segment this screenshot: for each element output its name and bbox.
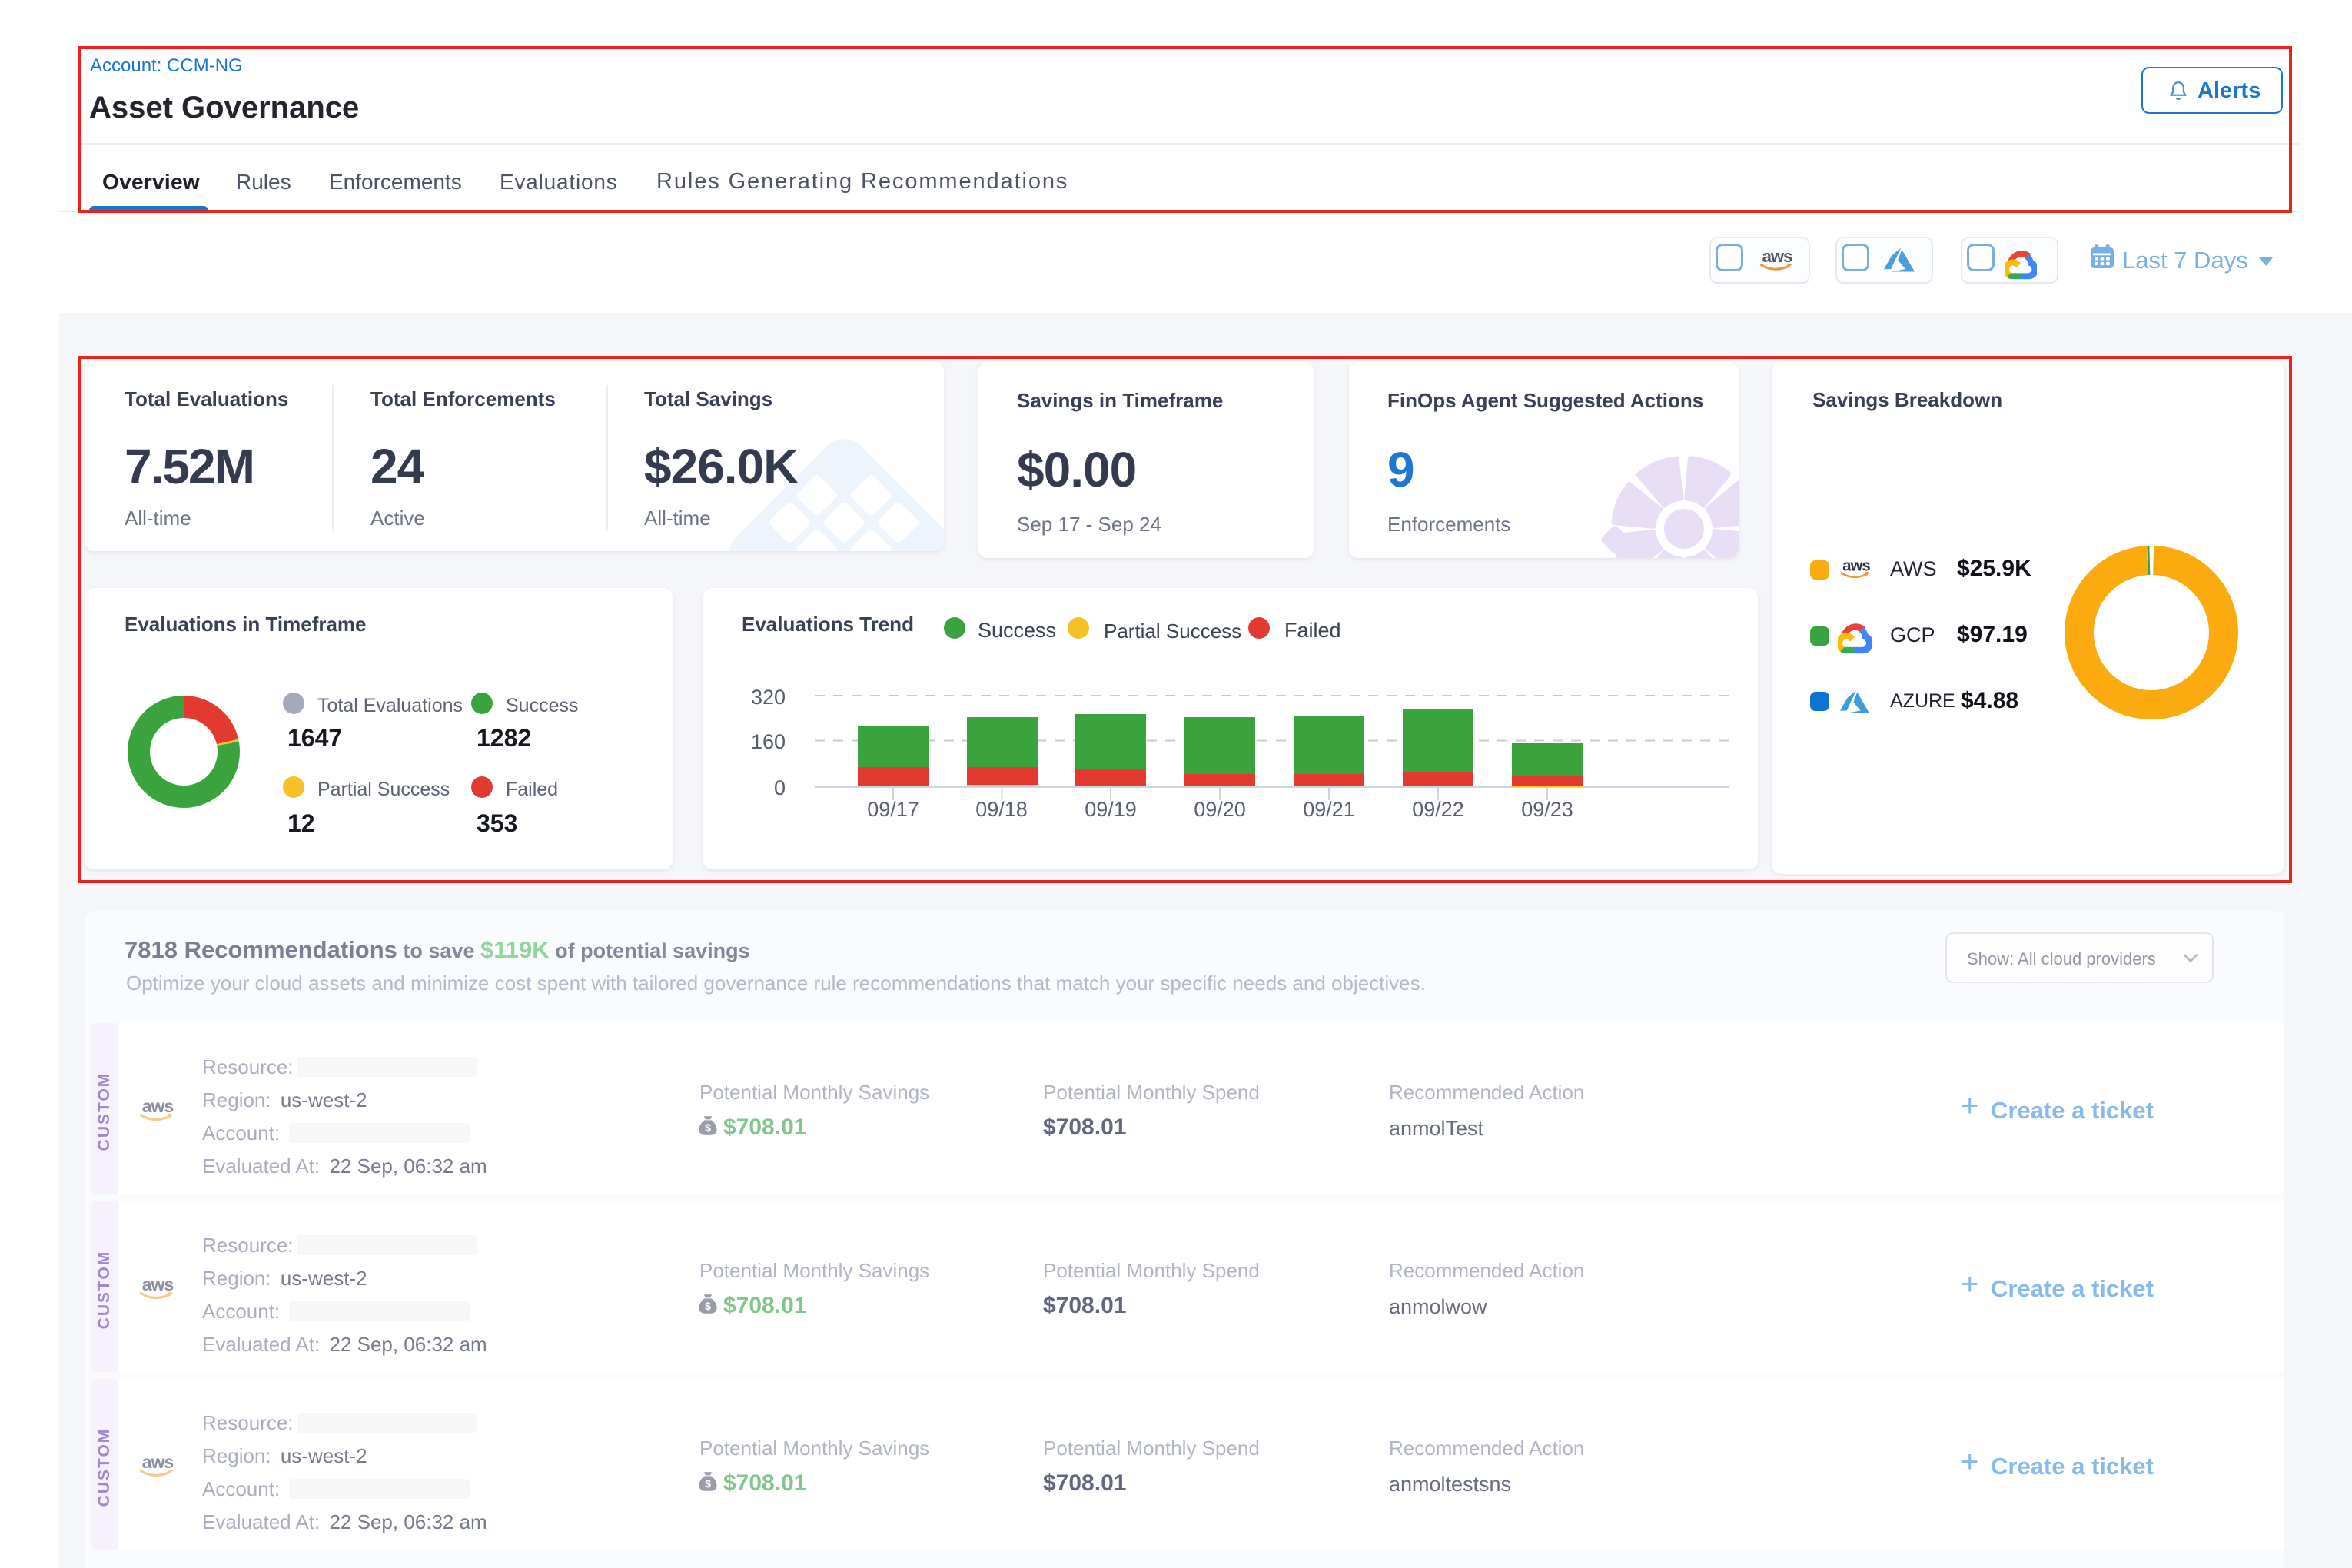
svg-text:aws: aws [1762, 247, 1793, 266]
svg-text:aws: aws [142, 1096, 174, 1116]
svg-text:aws: aws [142, 1452, 174, 1472]
svg-text:$: $ [705, 1121, 711, 1134]
svg-text:aws: aws [142, 1274, 174, 1294]
svg-text:$: $ [705, 1477, 711, 1490]
svg-text:$: $ [705, 1300, 711, 1312]
